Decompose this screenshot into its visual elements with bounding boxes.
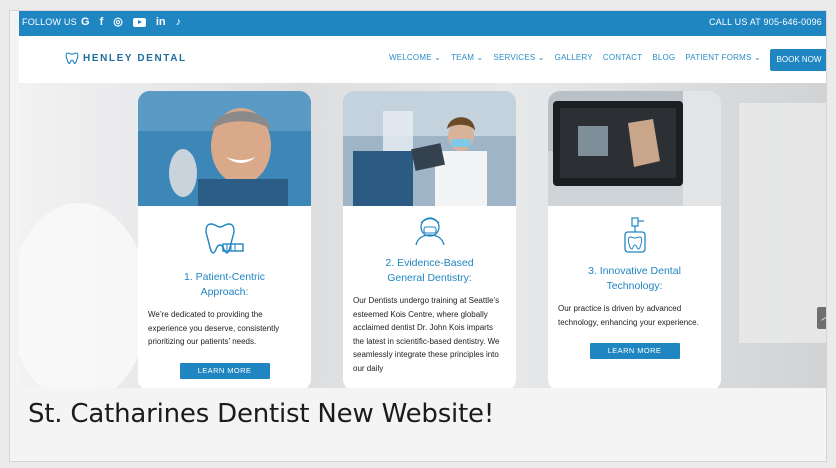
social-icons: G f ◎ in ♪ — [81, 15, 181, 29]
nav-item-welcome[interactable]: WELCOME ⌄ — [389, 53, 441, 62]
instagram-icon[interactable]: ◎ — [113, 15, 123, 29]
card-title-line: 3. Innovative Dental — [588, 265, 681, 277]
tooth-toothbrush-icon — [204, 223, 244, 254]
dentist-icon — [414, 217, 445, 246]
dentist-xray-photo — [343, 91, 516, 206]
nav-item-gallery[interactable]: GALLERY — [555, 53, 593, 62]
follow-us-label: FOLLOW US — [22, 17, 77, 27]
dental-tool-icon — [623, 217, 646, 253]
youtube-icon[interactable] — [132, 18, 146, 27]
learn-more-button[interactable]: LEARN MORE — [589, 343, 680, 359]
card-description: We’re dedicated to providing the experie… — [148, 310, 280, 346]
logo-text: HENLEY DENTAL — [83, 52, 187, 64]
card-title-line: General Dentistry: — [387, 272, 472, 284]
scroll-to-top-button[interactable]: ︿ — [817, 307, 826, 329]
dental-scanner-monitor-photo — [548, 91, 721, 206]
call-us-text[interactable]: CALL US AT 905-646-0096 — [709, 17, 822, 27]
card-description: Our practice is driven by advanced techn… — [558, 304, 699, 327]
feature-card-patient-centric: 1. Patient-Centric Approach: We’re dedic… — [138, 91, 311, 388]
card-title-line: Technology: — [606, 280, 663, 292]
tiktok-icon[interactable]: ♪ — [176, 15, 182, 29]
learn-more-button[interactable]: LEARN MORE — [179, 362, 270, 379]
book-now-button[interactable]: BOOK NOW — [770, 49, 826, 71]
google-icon[interactable]: G — [81, 15, 90, 29]
nav-item-blog[interactable]: BLOG — [652, 53, 675, 62]
website-screenshot: FOLLOW US G f ◎ in ♪ CALL US AT 905-646-… — [19, 11, 826, 388]
hero-background-shape — [19, 203, 149, 388]
nav-item-contact[interactable]: CONTACT — [603, 53, 642, 62]
card-title-line: 1. Patient-Centric — [183, 271, 266, 283]
card-title-line: 2. Evidence-Based — [385, 257, 474, 269]
card-description: Our Dentists undergo training at Seattle… — [353, 296, 500, 373]
preview-frame: FOLLOW US G f ◎ in ♪ CALL US AT 905-646-… — [9, 10, 827, 462]
top-bar: FOLLOW US G f ◎ in ♪ CALL US AT 905-646-… — [19, 11, 826, 36]
hero-background-shape — [739, 103, 826, 343]
chevron-up-icon: ︿ — [821, 312, 826, 323]
nav-item-patient-forms[interactable]: PATIENT FORMS ⌄ — [685, 53, 760, 62]
nav-item-team[interactable]: TEAM ⌄ — [451, 53, 483, 62]
feature-card-evidence-based: 2. Evidence-Based General Dentistry: Our… — [343, 91, 516, 388]
facebook-icon[interactable]: f — [100, 15, 104, 29]
logo[interactable]: HENLEY DENTAL — [65, 51, 187, 65]
tooth-logo-icon — [65, 52, 79, 65]
feature-card-innovative-technology: 3. Innovative Dental Technology: Our pra… — [548, 91, 721, 388]
smiling-patient-photo — [138, 91, 311, 206]
nav-item-services[interactable]: SERVICES ⌄ — [493, 53, 544, 62]
card-title-line: Approach: — [200, 286, 249, 298]
nav-menu: WELCOME ⌄ TEAM ⌄ SERVICES ⌄ GALLERY CONT… — [389, 53, 761, 62]
post-caption: St. Catharines Dentist New Website! — [28, 399, 495, 429]
linkedin-icon[interactable]: in — [156, 15, 166, 29]
main-nav: HENLEY DENTAL WELCOME ⌄ TEAM ⌄ SERVICES … — [19, 36, 826, 83]
